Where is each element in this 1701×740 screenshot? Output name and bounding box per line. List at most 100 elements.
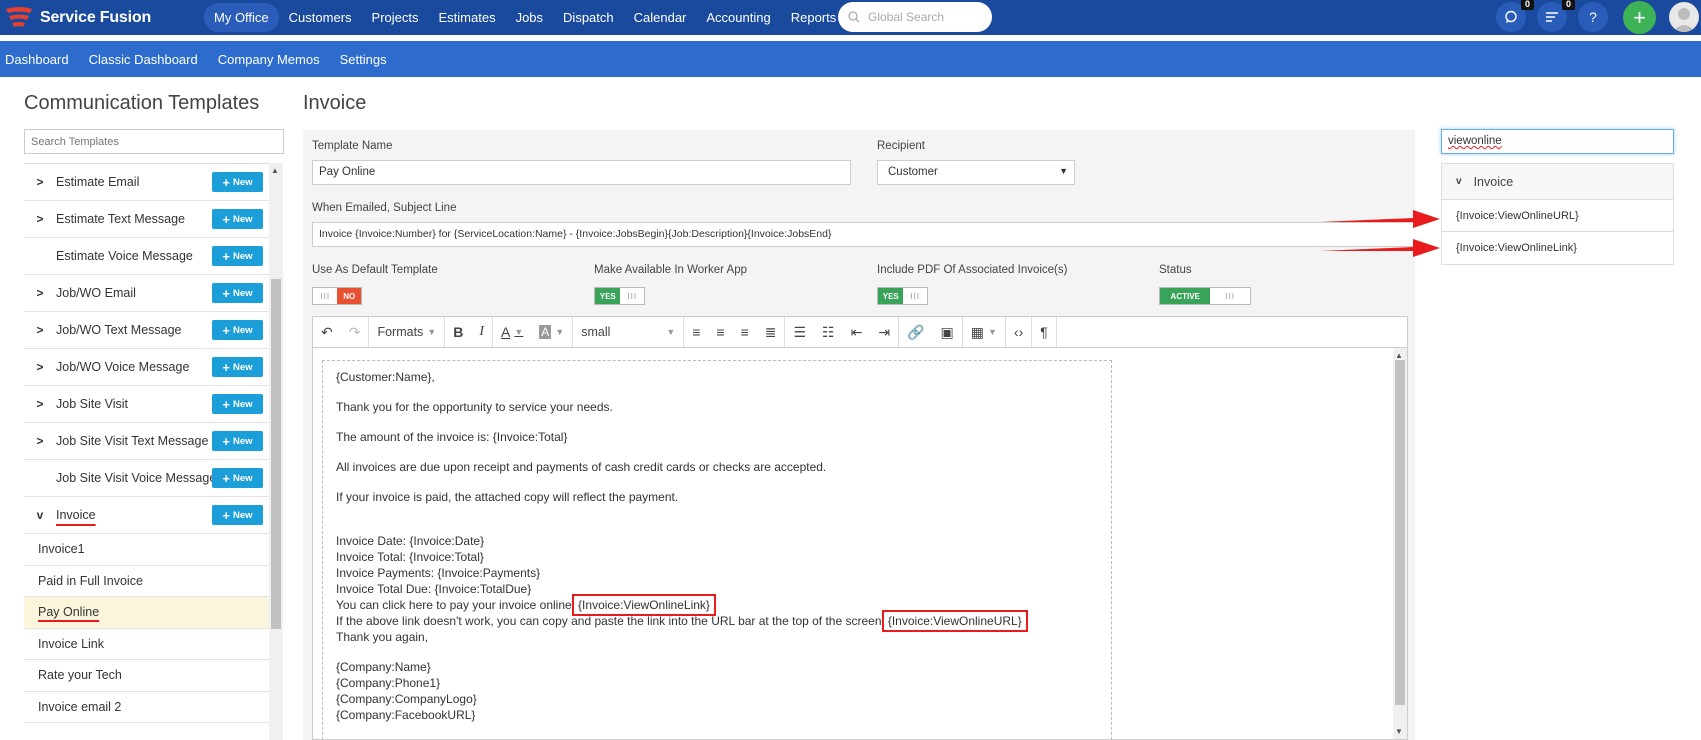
- message-body-content[interactable]: {Customer:Name}, Thank you for the oppor…: [322, 360, 1112, 739]
- template-item-invoice1[interactable]: Invoice1: [24, 534, 269, 566]
- formats-dropdown[interactable]: Formats ▼: [369, 317, 444, 347]
- indent-icon[interactable]: ⇥: [870, 317, 898, 347]
- toggle-grip: III: [320, 291, 331, 301]
- merge-field-list: v Invoice {Invoice:ViewOnlineURL} {Invoi…: [1441, 163, 1674, 265]
- worker-app-toggle[interactable]: YES III: [594, 287, 645, 305]
- search-templates-input[interactable]: [24, 129, 284, 154]
- merge-field-group-invoice[interactable]: v Invoice: [1442, 164, 1673, 200]
- default-template-toggle[interactable]: III NO: [312, 287, 362, 305]
- new-job-site-visit-button[interactable]: + New: [212, 394, 263, 414]
- template-category-estimate-voice[interactable]: Estimate Voice Message + New: [24, 238, 269, 275]
- bullet-list-icon[interactable]: ☰: [785, 317, 814, 347]
- merge-field-view-online-url[interactable]: {Invoice:ViewOnlineURL}: [1442, 200, 1673, 232]
- scroll-up-arrow-icon[interactable]: ▲: [271, 166, 279, 175]
- chat-button[interactable]: 0: [1496, 0, 1534, 32]
- body-line: If the above link doesn't work, you can …: [336, 610, 1098, 632]
- bold-icon[interactable]: B: [445, 317, 471, 347]
- message-body-editor[interactable]: {Customer:Name}, Thank you for the oppor…: [312, 348, 1408, 740]
- chevron-down-icon: v: [36, 508, 44, 522]
- editor-scrollbar[interactable]: ▲ ▼: [1393, 348, 1407, 739]
- align-center-icon[interactable]: ≡: [708, 317, 732, 347]
- recipient-select[interactable]: Customer ▼: [877, 160, 1075, 185]
- template-category-estimate-email[interactable]: > Estimate Email + New: [24, 164, 269, 201]
- nav-dispatch[interactable]: Dispatch: [553, 3, 624, 32]
- align-left-icon[interactable]: ≡: [684, 317, 708, 347]
- template-category-estimate-text[interactable]: > Estimate Text Message + New: [24, 201, 269, 238]
- subnav-company-memos[interactable]: Company Memos: [208, 52, 330, 67]
- body-line: {Company:CompanyLogo}: [336, 692, 477, 706]
- status-toggle[interactable]: ACTIVE III: [1159, 287, 1251, 305]
- link-icon[interactable]: 🔗: [899, 317, 932, 347]
- nav-reports[interactable]: Reports: [781, 3, 847, 32]
- body-line: Invoice Total: {Invoice:Total}: [336, 550, 484, 564]
- paragraph-mark-icon[interactable]: ¶: [1032, 317, 1056, 347]
- new-job-site-visit-voice-button[interactable]: + New: [212, 468, 263, 488]
- italic-icon[interactable]: I: [471, 317, 492, 347]
- global-search-input[interactable]: Global Search: [838, 2, 992, 32]
- help-button[interactable]: ?: [1578, 2, 1608, 32]
- subnav-settings[interactable]: Settings: [330, 52, 397, 67]
- new-estimate-voice-button[interactable]: + New: [212, 246, 263, 266]
- template-item-rate-your-tech[interactable]: Rate your Tech: [24, 660, 269, 692]
- new-invoice-button[interactable]: + New: [212, 505, 263, 525]
- new-job-site-visit-text-button[interactable]: + New: [212, 431, 263, 451]
- table-icon[interactable]: ▦ ▼: [963, 317, 1005, 347]
- new-estimate-email-button[interactable]: + New: [212, 172, 263, 192]
- font-size-dropdown[interactable]: small ▼: [573, 317, 683, 347]
- annotation-arrows: [1320, 210, 1440, 257]
- template-item-invoice-email-2[interactable]: Invoice email 2: [24, 692, 269, 723]
- new-estimate-text-button[interactable]: + New: [212, 209, 263, 229]
- template-category-job-site-visit-voice[interactable]: Job Site Visit Voice Message + New: [24, 460, 269, 497]
- scrollbar-thumb[interactable]: [271, 279, 281, 629]
- category-label: Job/WO Email: [56, 286, 136, 300]
- outdent-icon[interactable]: ⇤: [843, 317, 871, 347]
- template-item-pay-online[interactable]: Pay Online: [24, 597, 269, 629]
- include-pdf-toggle[interactable]: YES III: [877, 287, 928, 305]
- plus-icon: +: [222, 396, 231, 412]
- template-category-job-text[interactable]: > Job/WO Text Message + New: [24, 312, 269, 349]
- notifications-button[interactable]: 0: [1537, 0, 1575, 32]
- subnav-classic-dashboard[interactable]: Classic Dashboard: [79, 52, 208, 67]
- new-job-email-button[interactable]: + New: [212, 283, 263, 303]
- align-right-icon[interactable]: ≡: [733, 317, 757, 347]
- new-job-voice-button[interactable]: + New: [212, 357, 263, 377]
- nav-my-office[interactable]: My Office: [204, 3, 279, 32]
- template-category-job-email[interactable]: > Job/WO Email + New: [24, 275, 269, 312]
- template-list-scrollbar[interactable]: ▲: [269, 163, 283, 740]
- caret-down-icon: ▼: [514, 327, 524, 337]
- template-category-job-site-visit[interactable]: > Job Site Visit + New: [24, 386, 269, 423]
- category-label: Job/WO Text Message: [56, 323, 182, 337]
- new-job-text-button[interactable]: + New: [212, 320, 263, 340]
- template-name-input[interactable]: Pay Online: [312, 160, 851, 185]
- nav-accounting[interactable]: Accounting: [696, 3, 780, 32]
- undo-icon[interactable]: ↶: [313, 317, 341, 347]
- template-category-job-voice[interactable]: > Job/WO Voice Message + New: [24, 349, 269, 386]
- nav-estimates[interactable]: Estimates: [429, 3, 506, 32]
- align-justify-icon[interactable]: ≣: [757, 317, 785, 347]
- nav-customers[interactable]: Customers: [279, 3, 362, 32]
- numbered-list-icon[interactable]: ☷: [814, 317, 843, 347]
- recipient-value: Customer: [888, 166, 938, 178]
- subnav-dashboard[interactable]: Dashboard: [0, 52, 79, 67]
- nav-calendar[interactable]: Calendar: [624, 3, 697, 32]
- scroll-up-arrow-icon[interactable]: ▲: [1395, 351, 1403, 360]
- background-color-icon[interactable]: A ▼: [531, 317, 572, 347]
- text-color-icon[interactable]: A ▼: [493, 317, 531, 347]
- image-icon[interactable]: ▣: [933, 317, 962, 347]
- quick-add-button[interactable]: +: [1623, 1, 1656, 34]
- nav-jobs[interactable]: Jobs: [506, 3, 553, 32]
- template-category-invoice[interactable]: v Invoice + New: [24, 497, 269, 534]
- nav-projects[interactable]: Projects: [362, 3, 429, 32]
- scrollbar-thumb[interactable]: [1395, 360, 1405, 705]
- source-code-icon[interactable]: ‹›: [1006, 317, 1031, 347]
- merge-field-search-input[interactable]: viewonline: [1441, 129, 1674, 154]
- brand-logo[interactable]: Service Fusion: [4, 5, 194, 31]
- scroll-down-arrow-icon[interactable]: ▼: [1395, 727, 1403, 736]
- template-item-invoice-link[interactable]: Invoice Link: [24, 629, 269, 660]
- merge-field-view-online-link[interactable]: {Invoice:ViewOnlineLink}: [1442, 232, 1673, 264]
- subject-line-input[interactable]: Invoice {Invoice:Number} for {ServiceLoc…: [312, 222, 1415, 247]
- template-item-paid-in-full[interactable]: Paid in Full Invoice: [24, 566, 269, 597]
- user-avatar[interactable]: [1669, 2, 1699, 32]
- redo-icon[interactable]: ↷: [341, 317, 369, 347]
- template-category-job-site-visit-text[interactable]: > Job Site Visit Text Message + New: [24, 423, 269, 460]
